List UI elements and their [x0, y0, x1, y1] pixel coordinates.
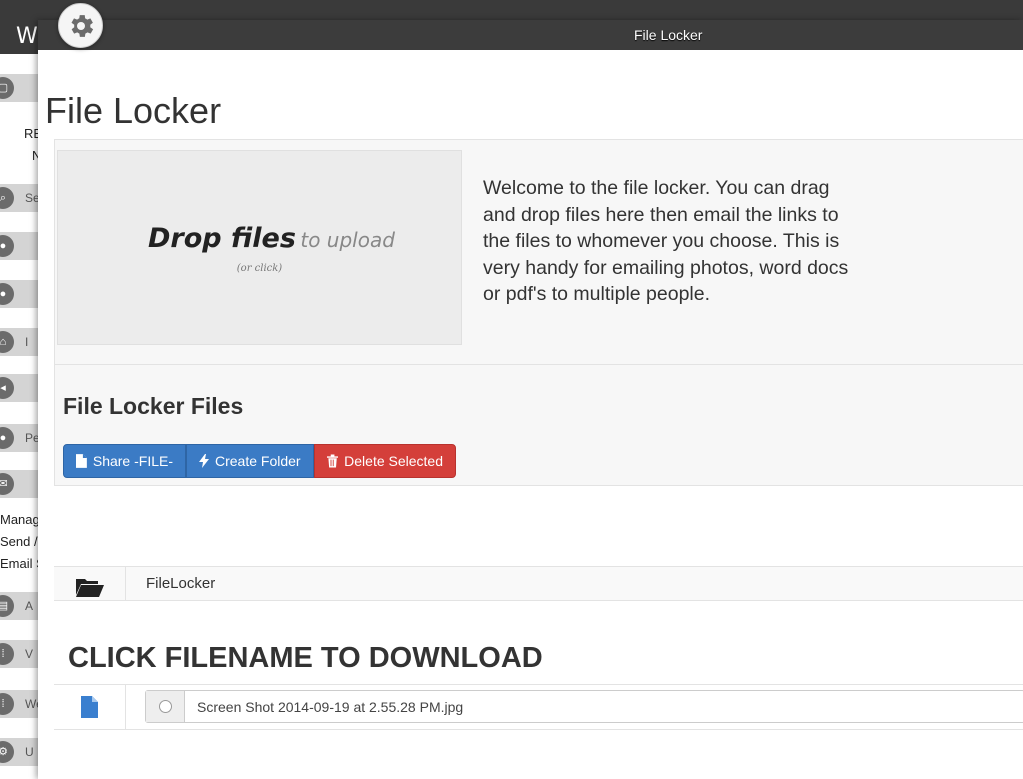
delete-selected-button[interactable]: Delete Selected	[314, 444, 456, 478]
bg-nav-item[interactable]: ◂	[0, 374, 40, 402]
window-icon: ▢	[0, 77, 14, 99]
file-radio-addon	[146, 691, 185, 722]
bg-nav-item[interactable]: ▢	[0, 74, 40, 102]
bg-nav-item[interactable]: ●	[0, 232, 40, 260]
file-select-radio[interactable]	[158, 700, 172, 713]
bg-nav-item[interactable]: ⌂ I	[0, 328, 40, 356]
mail-icon: ✉	[0, 473, 14, 495]
bg-text-fragment: Email S	[0, 556, 40, 571]
file-dropzone[interactable]: Drop files to upload (or click)	[57, 150, 462, 345]
file-select-group: Screen Shot 2014-09-19 at 2.55.28 PM.jpg	[145, 690, 1023, 723]
settings-gear-button[interactable]	[58, 3, 103, 48]
file-locker-modal: File Locker File Locker Drop files to up…	[38, 20, 1023, 779]
gear-icon: ⚙	[0, 741, 14, 763]
modal-title: File Locker	[634, 27, 703, 43]
file-actions-button-group: Share -FILE- Create Folder Delete Select…	[63, 444, 456, 478]
bg-nav-item[interactable]: ⚙ U	[0, 738, 40, 766]
folder-icon-cell	[54, 567, 126, 600]
home-icon: ⌂	[0, 331, 14, 353]
download-heading: CLICK FILENAME TO DOWNLOAD	[68, 642, 543, 674]
page-title: File Locker	[45, 90, 222, 131]
background-sidebar: ▢ RE N ⌕ Se ● ● ⌂ I ◂ ● Pe ✉ Manag Send / E…	[0, 54, 40, 779]
file-row: Screen Shot 2014-09-19 at 2.55.28 PM.jpg	[54, 684, 1023, 730]
bg-nav-item[interactable]: ⁞We	[0, 690, 40, 718]
file-icon	[76, 454, 87, 468]
dropzone-main-strong: Drop files	[148, 223, 296, 254]
users-icon: ●	[0, 235, 14, 257]
users-icon: ●	[0, 427, 14, 449]
bg-nav-item[interactable]: ⌕ Se	[0, 184, 40, 212]
gear-icon	[71, 14, 93, 37]
dropzone-sub-label: (or click)	[236, 263, 283, 274]
users-icon: ●	[0, 283, 14, 305]
grid-icon: ⁞	[0, 693, 14, 715]
bg-nav-item[interactable]: ●	[0, 280, 40, 308]
folder-name[interactable]: FileLocker	[146, 575, 215, 592]
create-folder-button[interactable]: Create Folder	[186, 444, 314, 478]
folder-open-icon	[75, 578, 104, 597]
share-file-label: Share -FILE-	[92, 453, 173, 469]
share-file-button[interactable]: Share -FILE-	[63, 444, 186, 478]
trash-icon	[327, 454, 339, 468]
file-name-link[interactable]: Screen Shot 2014-09-19 at 2.55.28 PM.jpg	[197, 699, 463, 715]
delete-selected-label: Delete Selected	[344, 453, 443, 469]
grid-icon: ⁞	[0, 643, 14, 665]
bolt-icon	[199, 454, 209, 468]
bg-nav-item[interactable]: ✉	[0, 470, 40, 498]
folder-row[interactable]: FileLocker	[54, 566, 1023, 601]
upload-panel: Drop files to upload (or click) Welcome …	[54, 139, 1023, 364]
dropzone-main-light: to upload	[300, 228, 395, 252]
background-top-bar	[0, 0, 1023, 20]
megaphone-icon: ◂	[0, 377, 14, 399]
modal-header: File Locker	[38, 20, 1023, 50]
background-logo: W	[0, 20, 40, 54]
bg-text-fragment: Send /	[0, 534, 38, 549]
bg-nav-item[interactable]: ● Pe	[0, 424, 40, 452]
search-icon: ⌕	[0, 187, 14, 209]
file-icon	[81, 696, 98, 718]
bg-nav-item[interactable]: ⁞ V	[0, 640, 40, 668]
files-section-title: File Locker Files	[63, 393, 244, 419]
create-folder-label: Create Folder	[215, 453, 301, 469]
folder-icon: ▤	[0, 595, 14, 617]
bg-nav-item[interactable]: ▤ A	[0, 592, 40, 620]
file-icon-cell	[54, 685, 126, 729]
dropzone-label: Drop files to upload	[148, 223, 395, 254]
files-panel: File Locker Files Share -FILE- Create Fo…	[54, 364, 1023, 486]
welcome-text: Welcome to the file locker. You can drag…	[483, 177, 849, 305]
bg-text-fragment: Manag	[0, 512, 40, 527]
